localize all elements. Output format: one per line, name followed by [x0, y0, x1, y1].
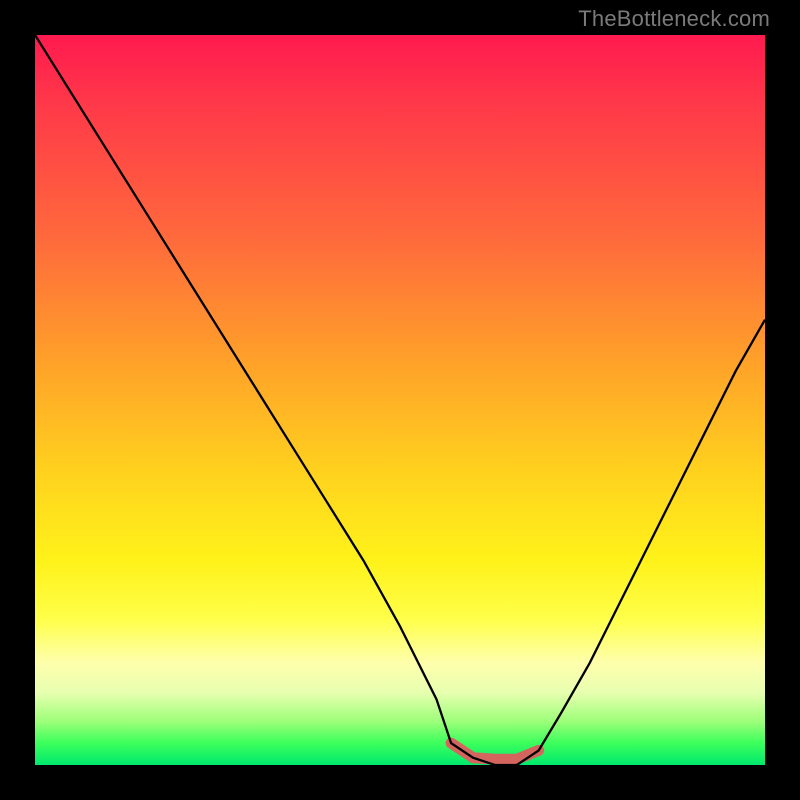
chart-frame: TheBottleneck.com	[0, 0, 800, 800]
curve-svg	[35, 35, 765, 765]
bottleneck-curve	[35, 35, 765, 765]
watermark-text: TheBottleneck.com	[578, 6, 770, 32]
plot-area	[35, 35, 765, 765]
